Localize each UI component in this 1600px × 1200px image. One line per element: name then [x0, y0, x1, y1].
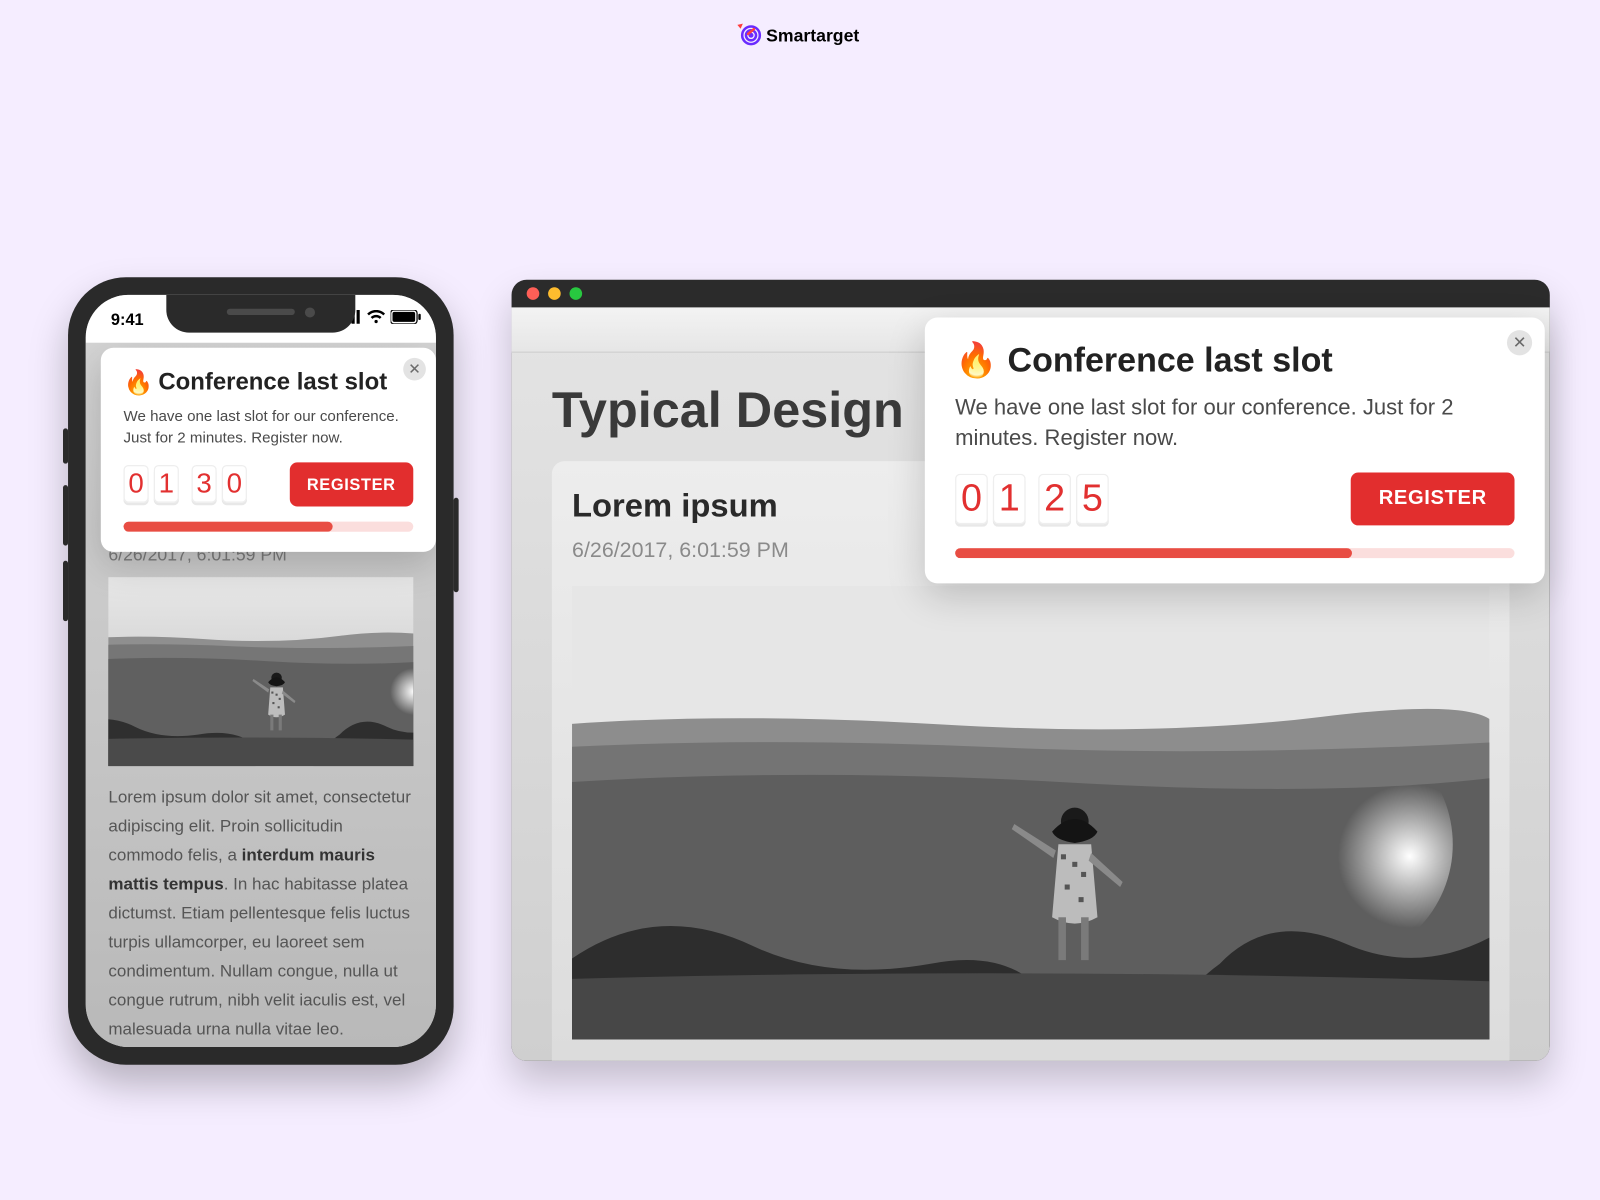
- phone-mockup: 9:41 6/26/2017, 6:01:59 PM: [68, 277, 454, 1064]
- digit-second-ones: 0: [222, 465, 247, 503]
- popup-subtitle: We have one last slot for our conference…: [955, 393, 1514, 453]
- countdown-timer: 0 1 2 5: [955, 474, 1109, 524]
- status-time: 9:41: [111, 310, 144, 329]
- brand-name: Smartarget: [766, 25, 859, 45]
- close-icon[interactable]: ✕: [403, 358, 426, 381]
- window-maximize-icon[interactable]: [570, 287, 583, 300]
- window-chrome: [512, 280, 1550, 308]
- target-icon: [741, 25, 761, 45]
- digit-minute-tens: 0: [123, 465, 148, 503]
- popup-title: 🔥 Conference last slot: [955, 340, 1514, 380]
- fire-icon: 🔥: [123, 368, 153, 398]
- phone-notch: [166, 295, 355, 333]
- digit-minute-ones: 1: [993, 474, 1026, 524]
- progress-bar: [955, 548, 1514, 558]
- window-close-icon[interactable]: [527, 287, 540, 300]
- digit-second-tens: 2: [1038, 474, 1071, 524]
- popup-title: 🔥 Conference last slot: [123, 368, 413, 398]
- article-image: [108, 577, 413, 766]
- countdown-timer: 0 1 3 0: [123, 465, 246, 503]
- card-image: [572, 586, 1489, 1040]
- digit-minute-tens: 0: [955, 474, 988, 524]
- progress-bar: [123, 521, 413, 531]
- digit-minute-ones: 1: [154, 465, 179, 503]
- battery-icon: [391, 310, 421, 324]
- register-button[interactable]: REGISTER: [1351, 473, 1515, 526]
- page-heading: Typical Design: [552, 383, 904, 440]
- popup-subtitle: We have one last slot for our conference…: [123, 406, 413, 450]
- countdown-popup-desktop: ✕ 🔥 Conference last slot We have one las…: [925, 318, 1545, 584]
- digit-second-tens: 3: [192, 465, 217, 503]
- close-icon[interactable]: ✕: [1507, 330, 1532, 355]
- phone-page: 6/26/2017, 6:01:59 PM: [86, 343, 436, 1047]
- brand-logo: Smartarget: [741, 25, 859, 45]
- wifi-icon: [367, 310, 386, 324]
- countdown-popup: ✕ 🔥 Conference last slot We have one las…: [101, 348, 436, 552]
- fire-icon: 🔥: [955, 340, 997, 380]
- register-button[interactable]: REGISTER: [289, 462, 413, 506]
- article-body: Lorem ipsum dolor sit amet, consectetur …: [108, 784, 413, 1044]
- window-minimize-icon[interactable]: [548, 287, 561, 300]
- digit-second-ones: 5: [1076, 474, 1109, 524]
